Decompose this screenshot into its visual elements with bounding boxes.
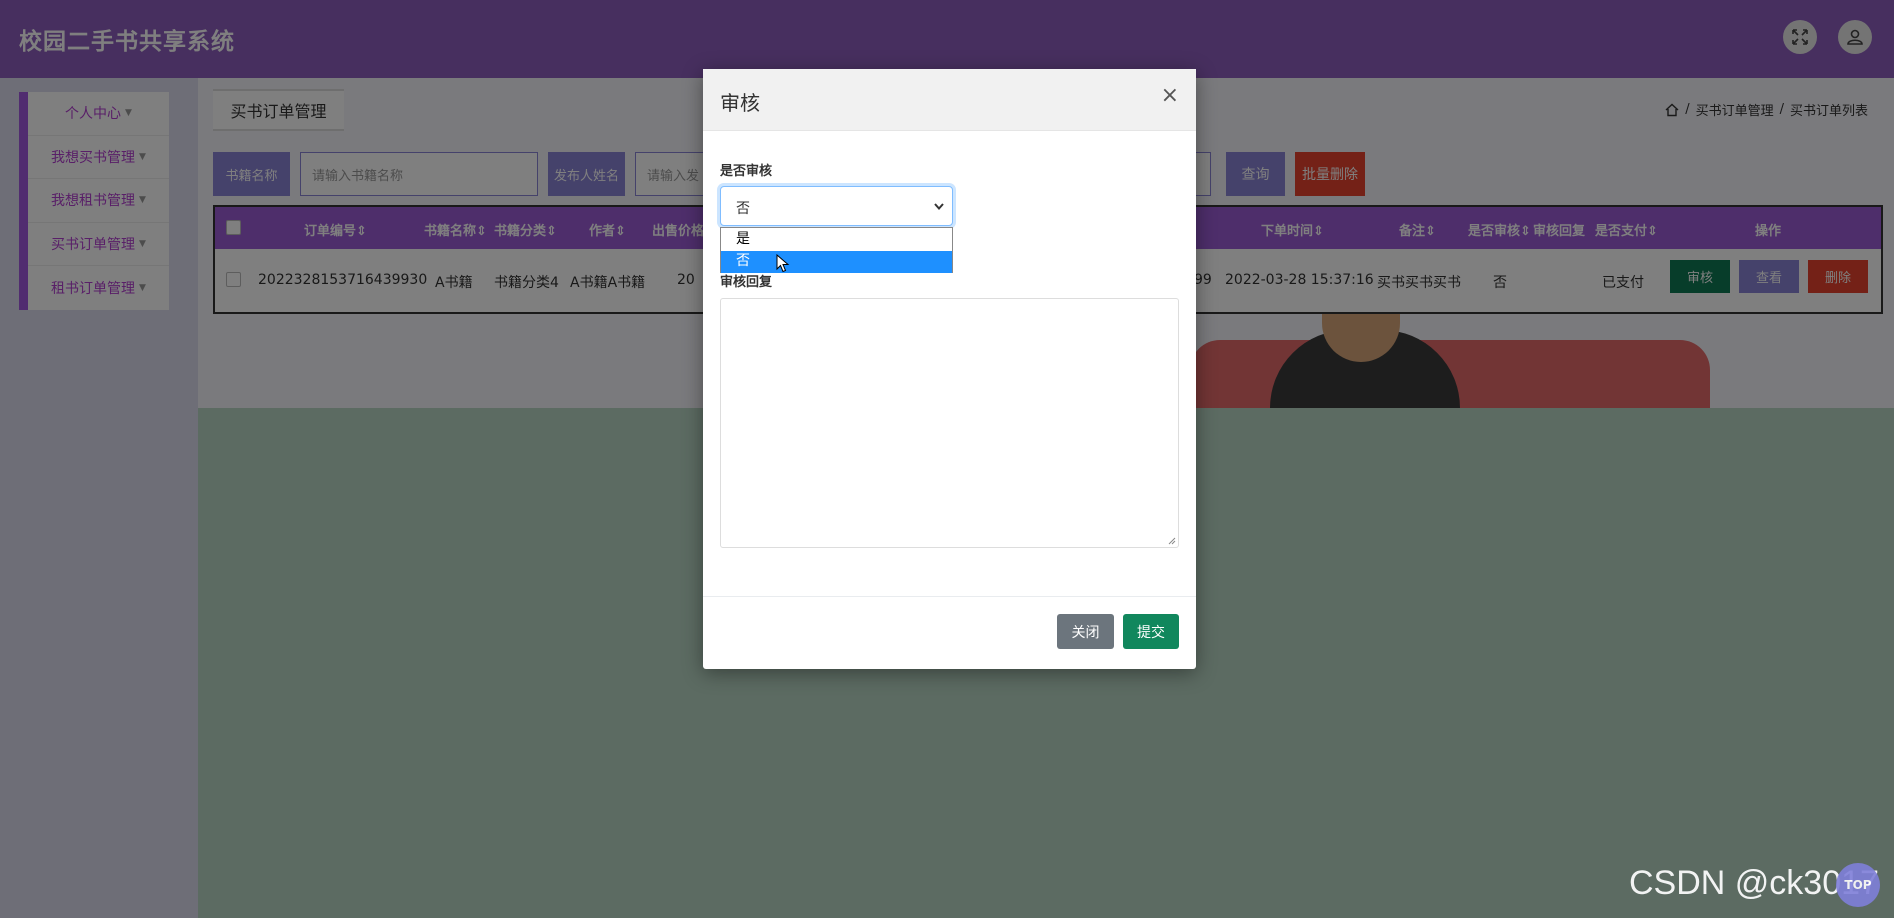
- chevron-down-icon: [934, 203, 944, 211]
- close-icon[interactable]: ×: [1161, 83, 1179, 108]
- close-button[interactable]: 关闭: [1057, 614, 1114, 649]
- reply-textarea[interactable]: [720, 298, 1179, 548]
- review-label: 是否审核: [720, 164, 773, 179]
- mouse-cursor-icon: [776, 254, 790, 273]
- modal-header: 审核 ×: [703, 69, 1196, 131]
- modal-footer-divider: [703, 596, 1196, 597]
- modal-title: 审核: [720, 91, 760, 115]
- back-to-top-button[interactable]: TOP: [1836, 863, 1880, 907]
- reply-label: 审核回复: [720, 275, 773, 290]
- review-select[interactable]: 否: [720, 186, 953, 226]
- resize-handle-icon[interactable]: [1167, 536, 1176, 545]
- review-modal: 审核 × 是否审核 否 是 否 审核回复 关闭 提交: [703, 69, 1196, 669]
- option-yes[interactable]: 是: [721, 229, 952, 251]
- select-value: 否: [736, 201, 750, 217]
- submit-button[interactable]: 提交: [1123, 614, 1179, 649]
- option-no[interactable]: 否: [721, 251, 952, 273]
- select-dropdown: 是 否: [720, 227, 953, 273]
